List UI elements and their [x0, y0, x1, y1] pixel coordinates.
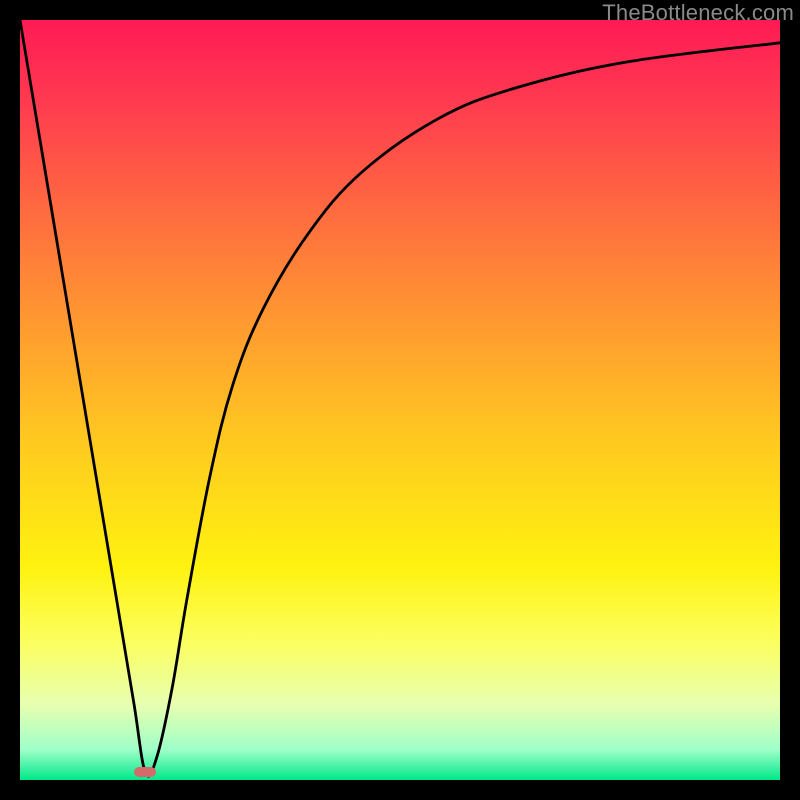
curve-layer — [20, 20, 780, 780]
plot-area — [20, 20, 780, 780]
chart-frame: TheBottleneck.com — [0, 0, 800, 800]
bottleneck-curve — [20, 20, 780, 776]
optimal-marker — [134, 767, 156, 777]
